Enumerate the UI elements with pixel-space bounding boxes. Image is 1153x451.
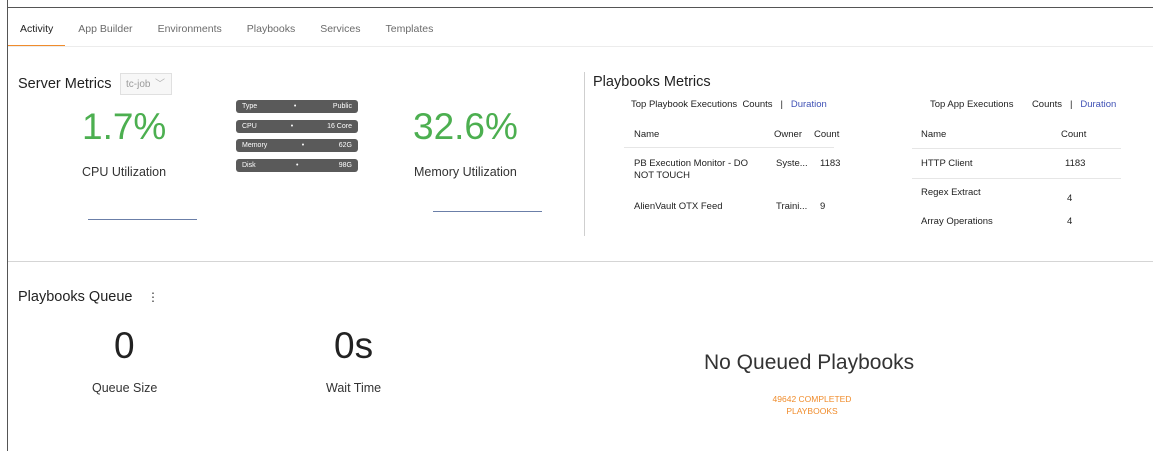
top-playbook-executions-title: Top Playbook Executions [631, 99, 738, 110]
column-header-count: Count [814, 129, 840, 140]
app-row-count: 4 [1067, 216, 1073, 227]
section-horizontal-divider [8, 261, 1153, 262]
spec-memory-value: 62G [338, 142, 352, 149]
playbook-row-owner: Syste... [776, 158, 808, 169]
memory-sparkline [433, 211, 542, 212]
cpu-sparkline [88, 219, 197, 220]
toggle-separator: | [1069, 99, 1073, 110]
bullet-icon: • [301, 142, 305, 149]
no-queued-playbooks-message: No Queued Playbooks [704, 351, 915, 374]
tab-activity[interactable]: Activity [7, 8, 66, 47]
tab-playbooks[interactable]: Playbooks [247, 8, 295, 46]
cpu-utilization-label: CPU Utilization [82, 165, 167, 179]
bullet-icon: • [293, 103, 297, 110]
wait-time-label: Wait Time [326, 381, 382, 395]
more-options-icon[interactable]: ⋮ [147, 290, 159, 304]
spec-cpu: CPU • 16 Core [236, 119, 358, 133]
completed-playbooks-count: 49642 COMPLETED PLAYBOOKS [760, 393, 864, 417]
tab-app-builder[interactable]: App Builder [78, 8, 132, 46]
wait-time-value: 0s [334, 325, 374, 366]
spec-memory-key: Memory [242, 142, 268, 149]
playbook-row-name[interactable]: PB Execution Monitor - DO NOT TOUCH [634, 158, 769, 182]
app-row-name[interactable]: HTTP Client [921, 158, 973, 170]
tab-bar-divider [8, 46, 1153, 47]
memory-utilization-value: 32.6% [413, 106, 518, 147]
table-header-divider [624, 147, 834, 148]
playbook-row-count: 1183 [820, 158, 841, 169]
spec-type-key: Type [242, 103, 258, 110]
apps-duration-toggle[interactable]: Duration [1080, 99, 1116, 110]
bullet-icon: • [290, 122, 294, 130]
completed-playbooks-line2: PLAYBOOKS [786, 406, 838, 416]
app-row-count: 1183 [1065, 158, 1086, 169]
playbook-row-count: 9 [820, 201, 826, 212]
tab-environments[interactable]: Environments [158, 8, 222, 46]
app-row-name[interactable]: Regex Extract [921, 187, 981, 199]
cpu-utilization-value: 1.7% [82, 106, 167, 147]
spec-memory: Memory • 62G [236, 139, 358, 152]
bullet-icon: • [295, 161, 299, 169]
spec-type-value: Public [332, 103, 352, 110]
playbook-row-owner: Traini... [776, 201, 808, 212]
playbook-row-name[interactable]: AlienVault OTX Feed [634, 201, 723, 213]
top-playbook-executions-header: Top Playbook Executions Counts | Duratio… [631, 99, 827, 110]
playbooks-metrics-title: Playbooks Metrics [593, 74, 711, 90]
section-divider [584, 72, 585, 236]
tab-services[interactable]: Services [320, 8, 360, 46]
spec-disk-key: Disk [242, 161, 256, 169]
server-specs: Type • Public CPU • 16 Core Memory • 62G… [236, 100, 358, 178]
toggle-separator: | [780, 99, 783, 110]
tab-bar: Activity App Builder Environments Playbo… [7, 8, 1153, 47]
completed-playbooks-line1: 49642 COMPLETED [772, 394, 852, 404]
spec-cpu-key: CPU [242, 122, 257, 130]
column-header-count: Count [1061, 129, 1087, 140]
playbooks-counts-toggle[interactable]: Counts [742, 99, 772, 110]
server-selector-value: tc-job [126, 79, 151, 90]
top-app-executions-title: Top App Executions [930, 99, 1014, 110]
column-header-name: Name [634, 129, 660, 140]
column-header-owner: Owner [774, 129, 802, 140]
spec-disk-value: 98G [338, 161, 352, 169]
tab-templates[interactable]: Templates [385, 8, 433, 46]
playbooks-queue-title: Playbooks Queue [18, 289, 133, 305]
memory-utilization-label: Memory Utilization [414, 165, 517, 179]
apps-counts-toggle[interactable]: Counts [1032, 99, 1062, 110]
spec-disk: Disk • 98G [236, 158, 358, 172]
app-row-name[interactable]: Array Operations [921, 216, 993, 228]
queue-size-label: Queue Size [92, 381, 158, 395]
chevron-down-icon: ﹀ [155, 79, 165, 90]
table-row-divider [912, 178, 1121, 179]
spec-cpu-value: 16 Core [327, 122, 352, 130]
column-header-name: Name [921, 129, 947, 140]
top-app-executions-header: Top App Executions Counts | Duration [930, 99, 1116, 110]
spec-type: Type • Public [236, 100, 358, 113]
queue-size-value: 0 [114, 325, 135, 366]
server-selector[interactable]: tc-job ﹀ [120, 73, 172, 95]
app-row-count: 4 [1067, 193, 1073, 204]
server-metrics-title: Server Metrics [18, 76, 112, 92]
table-header-divider [912, 148, 1121, 149]
playbooks-duration-toggle[interactable]: Duration [791, 99, 827, 110]
